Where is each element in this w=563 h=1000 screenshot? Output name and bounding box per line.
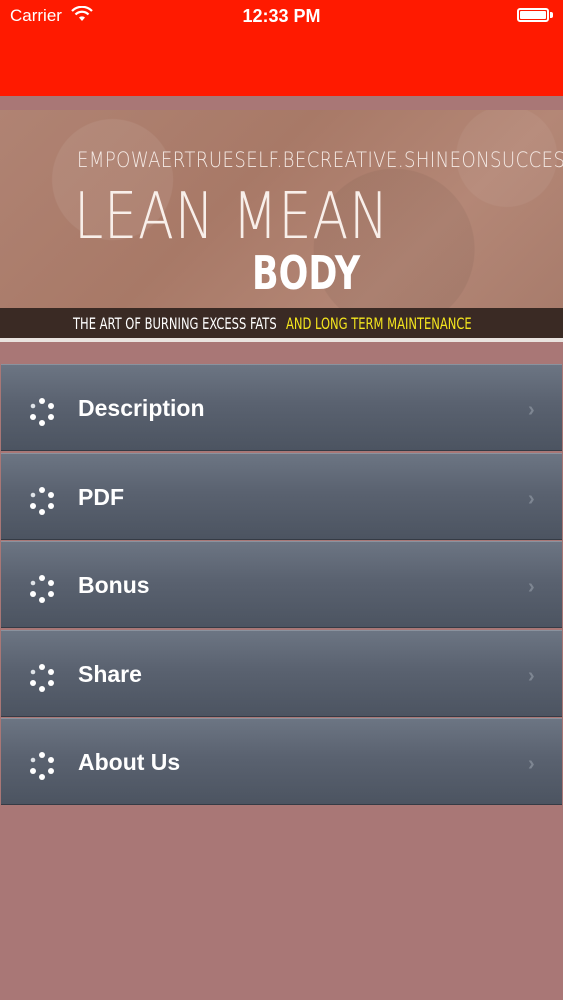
dots-circle-icon	[30, 486, 54, 515]
chevron-right-icon: ›	[528, 576, 535, 598]
dots-circle-icon	[30, 398, 54, 426]
banner-subtitle-part2: AND LONG TERM MAINTENANCE	[286, 314, 472, 333]
menu-item-about-us[interactable]: About Us ›	[1, 718, 562, 805]
chevron-right-icon: ›	[528, 664, 535, 687]
chevron-right-icon: ›	[528, 753, 535, 775]
dots-circle-icon	[30, 752, 54, 780]
menu-item-pdf[interactable]: PDF ›	[1, 452, 562, 540]
menu-item-label: Description	[78, 395, 205, 421]
banner-subtitle-strip: THE ART OF BURNING EXCESS FATS AND LONG …	[0, 308, 563, 338]
chevron-right-icon: ›	[528, 487, 535, 510]
status-time: 12:33 PM	[242, 6, 321, 26]
dots-circle-icon	[30, 575, 54, 603]
hero-banner: EMPOWAERTRUESELF.BECREATIVE.SHINEONSUCCE…	[0, 110, 563, 342]
banner-subtitle-part1: THE ART OF BURNING EXCESS FATS	[73, 314, 277, 333]
menu-item-label: About Us	[78, 749, 181, 775]
status-bar: Carrier 12:33 PM	[0, 0, 563, 96]
banner-divider	[0, 338, 563, 342]
main-menu: Description › PDF › Bonus › Share › Abou…	[1, 364, 562, 807]
menu-item-share[interactable]: Share ›	[1, 629, 562, 717]
banner-tagline: EMPOWAERTRUESELF.BECREATIVE.SHINEONSUCCE…	[77, 148, 563, 172]
menu-item-label: PDF	[78, 483, 124, 510]
menu-item-label: Bonus	[78, 572, 150, 598]
battery-tip	[550, 12, 553, 18]
menu-item-description[interactable]: Description ›	[1, 364, 562, 451]
dots-circle-icon	[30, 663, 54, 692]
battery-icon	[517, 8, 549, 22]
banner-title-line1: LEAN MEAN	[74, 180, 390, 254]
menu-item-label: Share	[78, 660, 142, 687]
chevron-right-icon: ›	[528, 399, 535, 421]
menu-item-bonus[interactable]: Bonus ›	[1, 541, 562, 628]
